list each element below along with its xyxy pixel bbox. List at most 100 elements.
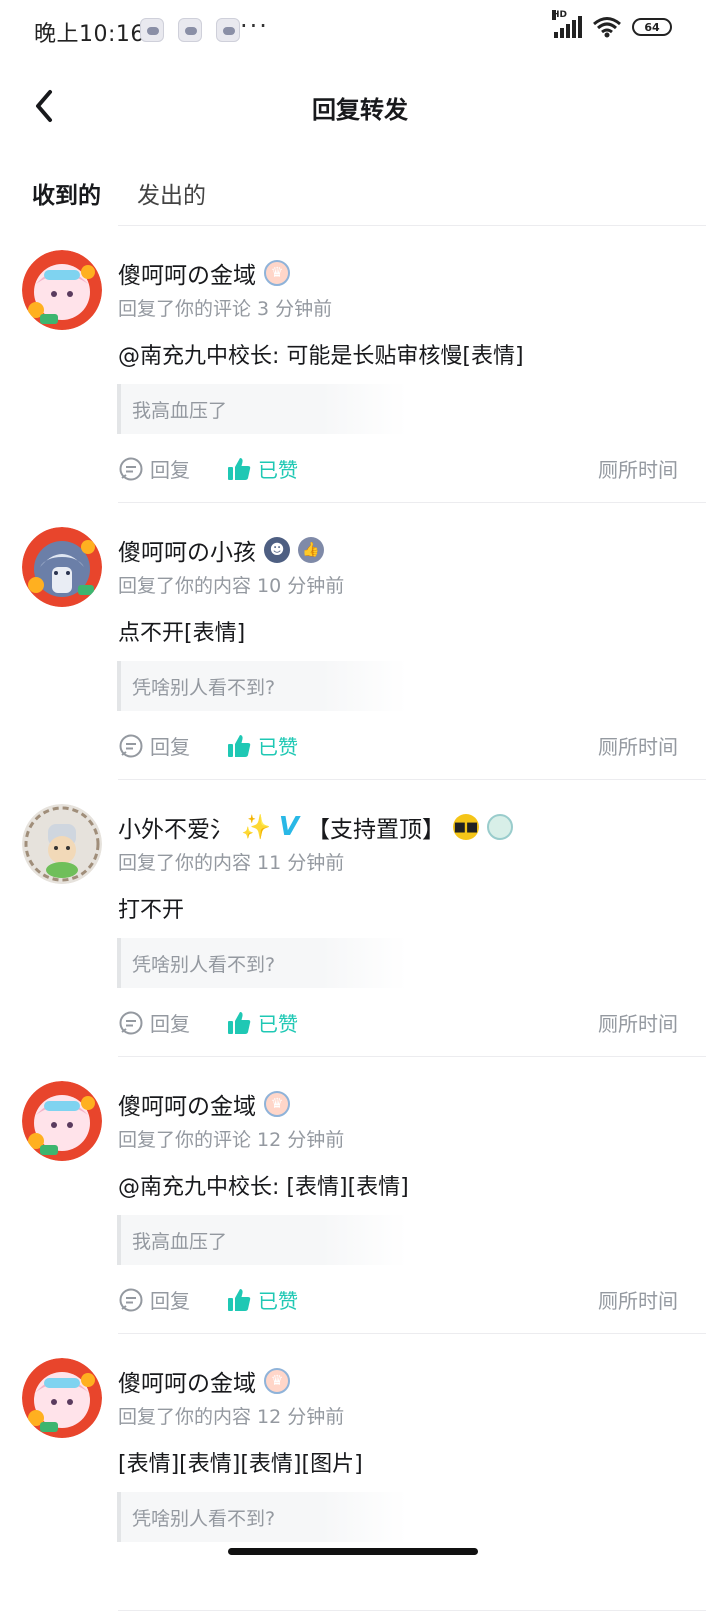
reply-button[interactable]: 回复 bbox=[118, 731, 190, 760]
reply-content[interactable]: [表情][表情][表情][图片] bbox=[118, 1446, 363, 1478]
thumbs-up-icon bbox=[228, 734, 251, 757]
like-label: 已赞 bbox=[258, 458, 298, 482]
status-time: 晚上10:16 bbox=[34, 22, 145, 47]
user-name-suffix: 【支持置顶】 bbox=[307, 817, 446, 843]
reply-label: 回复 bbox=[150, 735, 190, 759]
topic-link[interactable]: 厕所时间 bbox=[598, 1008, 678, 1037]
sunglasses-emoji-icon: ■■ bbox=[453, 814, 480, 840]
reply-list: 傻呵呵の金域 ♛ 回复了你的评论 3 分钟前 @南充九中校长: 可能是长贴审核慢… bbox=[0, 226, 720, 1611]
user-name-row[interactable]: 傻呵呵の金域 ♛ bbox=[118, 1087, 290, 1121]
reply-item[interactable]: 傻呵呵の金域 ♛ 回复了你的评论 3 分钟前 @南充九中校长: 可能是长贴审核慢… bbox=[0, 226, 720, 503]
app-notification-icon bbox=[140, 18, 164, 42]
thumbs-up-icon bbox=[228, 1288, 251, 1311]
status-bar: 晚上10:16 ··· HD 64 bbox=[0, 0, 720, 62]
tab-sent[interactable]: 发出的 bbox=[137, 176, 206, 210]
thumb-badge-icon: 👍 bbox=[298, 537, 324, 563]
reply-button[interactable]: 回复 bbox=[118, 454, 190, 483]
reply-meta: 回复了你的内容 12 分钟前 bbox=[118, 1406, 345, 1428]
like-label: 已赞 bbox=[258, 1289, 298, 1313]
user-name-row[interactable]: 小外不爱氵 ✨ V 【支持置顶】 ■■ bbox=[118, 810, 514, 844]
reply-item[interactable]: 傻呵呵の小孩 ☻ 👍 回复了你的内容 10 分钟前 点不开[表情] 凭啥别人看不… bbox=[0, 503, 720, 780]
header: 回复转发 bbox=[0, 66, 720, 146]
like-button[interactable]: 已赞 bbox=[226, 731, 298, 760]
reply-content[interactable]: @南充九中校长: 可能是长贴审核慢[表情] bbox=[118, 338, 524, 370]
quoted-original[interactable]: 我高血压了 bbox=[117, 1215, 407, 1265]
user-name[interactable]: 傻呵呵の金域 bbox=[118, 1087, 256, 1121]
reply-meta: 回复了你的内容 10 分钟前 bbox=[118, 575, 345, 597]
user-name[interactable]: 傻呵呵の小孩 bbox=[118, 533, 256, 567]
like-label: 已赞 bbox=[258, 1012, 298, 1036]
page-title: 回复转发 bbox=[312, 96, 408, 124]
like-button[interactable]: 已赞 bbox=[226, 454, 298, 483]
reply-item[interactable]: 傻呵呵の金域 ♛ 回复了你的评论 12 分钟前 @南充九中校长: [表情][表情… bbox=[0, 1057, 720, 1334]
reply-meta: 回复了你的评论 12 分钟前 bbox=[118, 1129, 345, 1151]
reply-label: 回复 bbox=[150, 1289, 190, 1313]
app-notification-icon bbox=[178, 18, 202, 42]
topic-link[interactable]: 厕所时间 bbox=[598, 731, 678, 760]
user-name-row[interactable]: 傻呵呵の金域 ♛ bbox=[118, 256, 290, 290]
user-name[interactable]: 傻呵呵の金域 bbox=[118, 256, 256, 290]
reply-button[interactable]: 回复 bbox=[118, 1285, 190, 1314]
home-indicator[interactable] bbox=[228, 1548, 478, 1555]
topic-link[interactable]: 厕所时间 bbox=[598, 1285, 678, 1314]
wifi-icon bbox=[592, 16, 622, 38]
quoted-original[interactable]: 我高血压了 bbox=[117, 384, 407, 434]
thumbs-up-icon bbox=[228, 1011, 251, 1034]
verified-v-badge-icon: V bbox=[278, 812, 300, 842]
user-name[interactable]: 小外不爱氵 bbox=[118, 810, 233, 844]
reply-meta: 回复了你的评论 3 分钟前 bbox=[118, 298, 333, 320]
tab-received[interactable]: 收到的 bbox=[32, 176, 101, 210]
item-actions: 回复 已赞 厕所时间 bbox=[118, 1285, 678, 1315]
comment-icon bbox=[119, 1288, 143, 1311]
tab-bar: 收到的 发出的 bbox=[0, 168, 720, 226]
cellular-signal-icon: HD bbox=[552, 10, 582, 38]
reply-content[interactable]: 打不开 bbox=[118, 892, 184, 924]
reply-meta: 回复了你的内容 11 分钟前 bbox=[118, 852, 345, 874]
reply-item[interactable]: 傻呵呵の金域 ♛ 回复了你的内容 12 分钟前 [表情][表情][表情][图片]… bbox=[0, 1334, 720, 1611]
notification-icons bbox=[140, 18, 240, 42]
user-name-row[interactable]: 傻呵呵の金域 ♛ bbox=[118, 1364, 290, 1398]
user-name[interactable]: 傻呵呵の金域 bbox=[118, 1364, 256, 1398]
sparkle-emoji-icon: ✨ bbox=[241, 813, 271, 841]
leaf-badge-icon bbox=[487, 814, 514, 840]
quoted-original[interactable]: 凭啥别人看不到? bbox=[117, 1492, 407, 1542]
comment-icon bbox=[119, 1011, 143, 1034]
avatar[interactable] bbox=[22, 250, 102, 330]
reply-label: 回复 bbox=[150, 458, 190, 482]
avatar[interactable] bbox=[22, 1081, 102, 1161]
reply-content[interactable]: 点不开[表情] bbox=[118, 615, 245, 647]
status-indicators: HD 64 bbox=[552, 10, 672, 38]
quoted-text: 凭啥别人看不到? bbox=[132, 676, 276, 699]
avatar[interactable] bbox=[22, 804, 102, 884]
quoted-text: 我高血压了 bbox=[132, 399, 228, 422]
item-actions: 回复 已赞 厕所时间 bbox=[118, 731, 678, 761]
comment-icon bbox=[119, 734, 143, 757]
like-label: 已赞 bbox=[258, 735, 298, 759]
quoted-text: 凭啥别人看不到? bbox=[132, 1507, 276, 1530]
comment-icon bbox=[119, 457, 143, 480]
app-notification-icon bbox=[216, 18, 240, 42]
topic-link[interactable]: 厕所时间 bbox=[598, 454, 678, 483]
like-button[interactable]: 已赞 bbox=[226, 1285, 298, 1314]
battery-icon: 64 bbox=[632, 18, 672, 36]
quoted-original[interactable]: 凭啥别人看不到? bbox=[117, 938, 407, 988]
item-actions: 回复 已赞 厕所时间 bbox=[118, 1008, 678, 1038]
reply-button[interactable]: 回复 bbox=[118, 1008, 190, 1037]
moon-emoji-icon: ☻ bbox=[264, 537, 290, 563]
crown-avatar-badge-icon: ♛ bbox=[264, 260, 290, 286]
avatar[interactable] bbox=[22, 1358, 102, 1438]
avatar[interactable] bbox=[22, 527, 102, 607]
like-button[interactable]: 已赞 bbox=[226, 1008, 298, 1037]
reply-label: 回复 bbox=[150, 1012, 190, 1036]
quoted-text: 凭啥别人看不到? bbox=[132, 953, 276, 976]
quoted-text: 我高血压了 bbox=[132, 1230, 228, 1253]
quoted-original[interactable]: 凭啥别人看不到? bbox=[117, 661, 407, 711]
reply-content[interactable]: @南充九中校长: [表情][表情] bbox=[118, 1169, 409, 1201]
thumbs-up-icon bbox=[228, 457, 251, 480]
crown-avatar-badge-icon: ♛ bbox=[264, 1368, 290, 1394]
user-name-row[interactable]: 傻呵呵の小孩 ☻ 👍 bbox=[118, 533, 324, 567]
item-actions: 回复 已赞 厕所时间 bbox=[118, 454, 678, 484]
crown-avatar-badge-icon: ♛ bbox=[264, 1091, 290, 1117]
more-notifications-icon: ··· bbox=[240, 12, 269, 40]
reply-item[interactable]: 小外不爱氵 ✨ V 【支持置顶】 ■■ 回复了你的内容 11 分钟前 打不开 凭… bbox=[0, 780, 720, 1057]
